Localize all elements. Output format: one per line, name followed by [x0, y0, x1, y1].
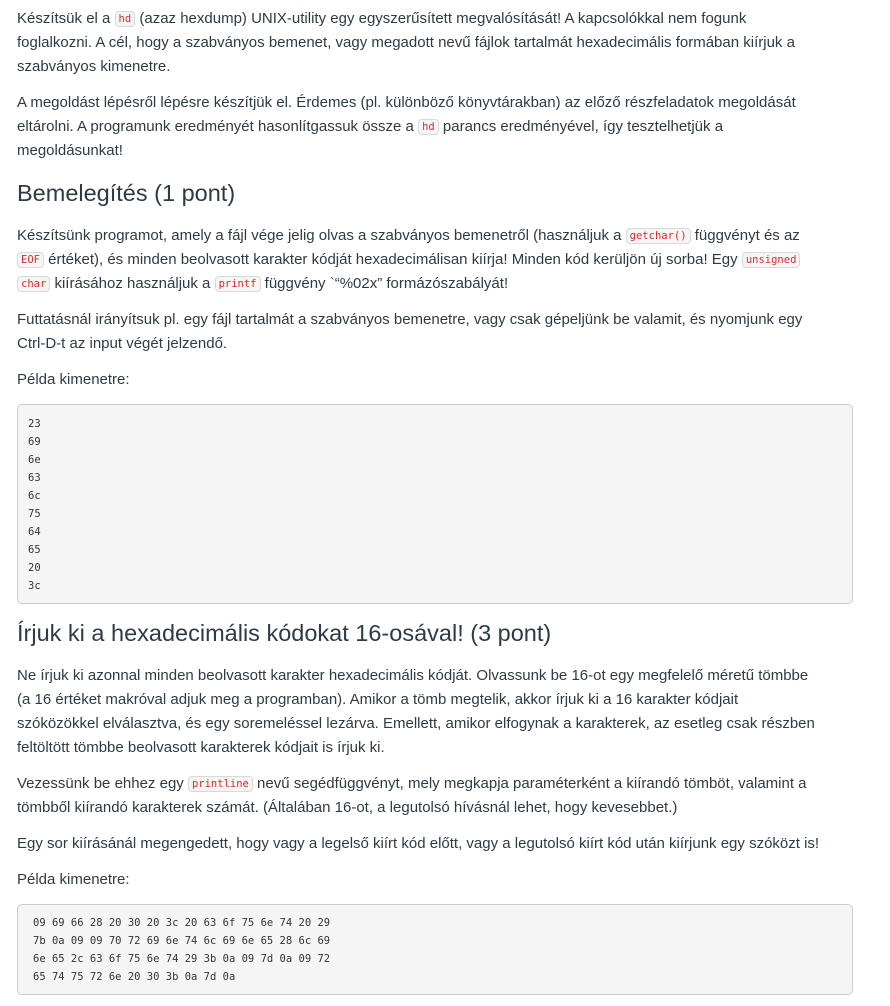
- example-label: Példa kimenetre:: [17, 871, 130, 888]
- text: Készítsük el a: [17, 10, 115, 27]
- inline-code-hd: hd: [114, 11, 136, 27]
- text: (a 16 értéket makróval adjuk meg a progr…: [17, 691, 739, 708]
- hex16-paragraph: Ne írjuk ki azonnal minden beolvasott ka…: [17, 664, 862, 760]
- inline-code-hd: hd: [418, 119, 439, 135]
- text: Vezessünk be ehhez egy: [17, 775, 188, 792]
- text: Készítsünk programot, amely a fájl vége …: [17, 227, 626, 244]
- text: Futtatásnál irányítsuk pl. egy fájl tart…: [17, 311, 803, 328]
- text: szóközökkel elválasztva, és egy soremelé…: [17, 715, 815, 732]
- example-output-codeblock: 23 69 6e 63 6c 75 64 65 20 3c: [17, 404, 853, 604]
- text: Ctrl-D-t az input végét jelzendő.: [17, 335, 228, 352]
- example-label: Példa kimenetre:: [17, 371, 130, 388]
- document-page: Készítsük el a hd (azaz hexdump) UNIX-ut…: [0, 0, 890, 1006]
- inline-code-printf: printf: [214, 276, 261, 292]
- inline-code-printline: printline: [187, 776, 253, 792]
- space-note-paragraph: Egy sor kiírásánál megengedett, hogy vag…: [17, 835, 820, 852]
- example-output-codeblock: 09 69 66 28 20 30 20 3c 20 63 6f 75 6e 7…: [17, 904, 853, 995]
- text: függvény `“%02x” formázószabályát!: [260, 275, 509, 292]
- text: A megoldást lépésről lépésre készítjük e…: [17, 94, 796, 111]
- text: megoldásunkat!: [17, 142, 123, 159]
- inline-code-unsigned: unsigned: [741, 252, 801, 268]
- inline-code-char: char: [17, 276, 51, 292]
- text: feltöltött tömbbe beolvasott karakterek …: [17, 739, 385, 756]
- inline-code-getchar: getchar(): [625, 228, 691, 244]
- section-heading-warmup: Bemelegítés (1 pont): [17, 180, 236, 206]
- text: kiírásához használjuk a: [50, 275, 215, 292]
- text: tömbből kiírandó karakterek számát. (Ált…: [17, 799, 678, 816]
- text: értéket), és minden beolvasott karakter …: [43, 251, 742, 268]
- text: függvényt és az: [690, 227, 800, 244]
- intro-paragraph-2: A megoldást lépésről lépésre készítjük e…: [17, 91, 862, 163]
- inline-code-eof: EOF: [17, 252, 44, 268]
- text: Ne írjuk ki azonnal minden beolvasott ka…: [17, 667, 809, 684]
- text: parancs eredményével, így tesztelhetjük …: [438, 118, 724, 135]
- warmup-run-paragraph: Futtatásnál irányítsuk pl. egy fájl tart…: [17, 308, 862, 356]
- text: (azaz hexdump) UNIX-utility egy egyszerű…: [135, 10, 747, 27]
- warmup-paragraph: Készítsünk programot, amely a fájl vége …: [17, 224, 862, 296]
- text: foglalkozni. A cél, hogy a szabványos be…: [17, 34, 795, 51]
- text: szabványos kimenetre.: [17, 58, 171, 75]
- section-heading-hex16: Írjuk ki a hexadecimális kódokat 16-osáv…: [17, 620, 552, 646]
- printline-paragraph: Vezessünk be ehhez egy printline nevű se…: [17, 772, 862, 820]
- text: eltárolni. A programunk eredményét hason…: [17, 118, 419, 135]
- text: nevű segédfüggvényt, mely megkapja param…: [252, 775, 807, 792]
- intro-paragraph: Készítsük el a hd (azaz hexdump) UNIX-ut…: [17, 7, 862, 79]
